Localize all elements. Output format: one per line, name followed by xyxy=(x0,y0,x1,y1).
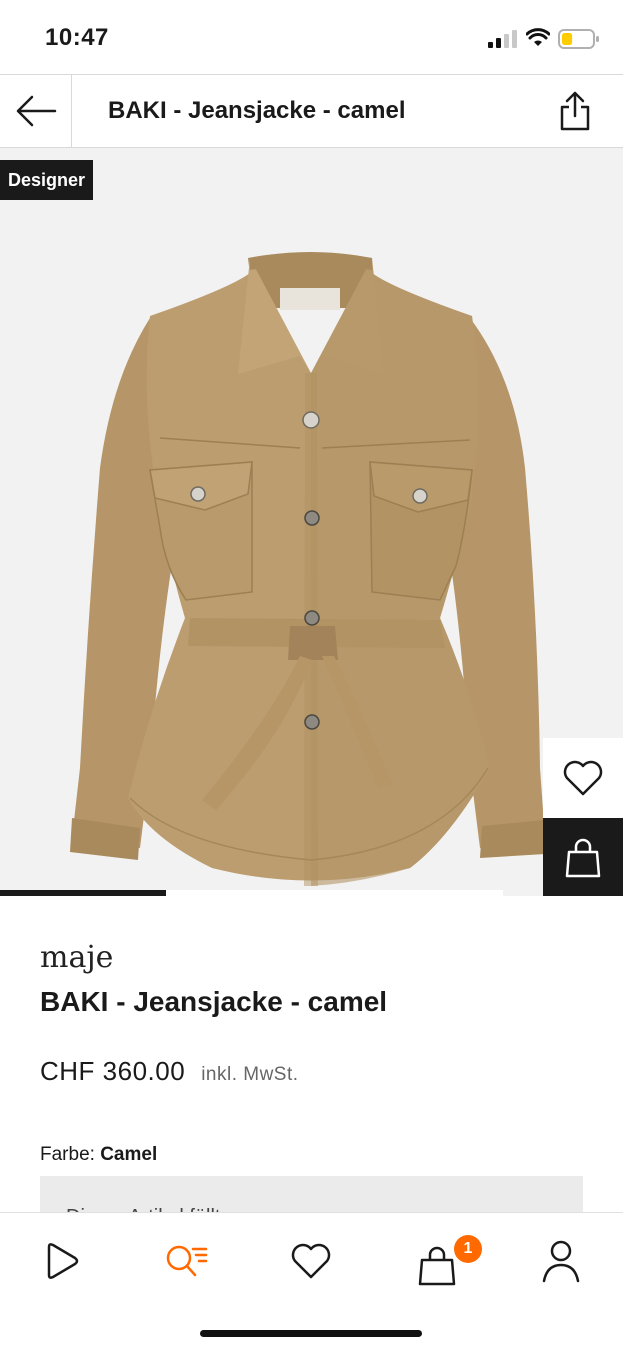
share-button[interactable] xyxy=(553,89,597,133)
nav-profile[interactable] xyxy=(531,1231,591,1291)
arrow-left-icon xyxy=(16,95,56,127)
nav-home[interactable] xyxy=(31,1231,91,1291)
top-app-bar: BAKI - Jeansjacke - camel xyxy=(0,74,623,148)
battery-icon xyxy=(558,29,599,49)
cart-count-badge: 1 xyxy=(454,1235,482,1263)
search-list-icon xyxy=(166,1245,208,1277)
page-title: BAKI - Jeansjacke - camel xyxy=(108,97,406,124)
status-bar: 10:47 xyxy=(0,0,623,76)
color-value: Camel xyxy=(100,1144,158,1165)
gallery-progress-bar xyxy=(0,890,503,896)
nav-wishlist[interactable] xyxy=(281,1231,341,1291)
status-time: 10:47 xyxy=(45,24,109,51)
back-button[interactable] xyxy=(0,75,72,147)
shopping-bag-icon xyxy=(418,1246,456,1286)
vat-note: inkl. MwSt. xyxy=(201,1064,299,1085)
person-icon xyxy=(542,1240,580,1283)
shopping-bag-icon xyxy=(565,838,601,878)
product-image-gallery[interactable]: Designer xyxy=(0,148,623,896)
color-row: Farbe: Camel xyxy=(40,1144,157,1166)
heart-icon xyxy=(563,760,603,796)
nav-cart[interactable]: 1 xyxy=(406,1231,486,1291)
nav-search[interactable] xyxy=(156,1231,216,1291)
cellular-signal-icon xyxy=(488,30,517,48)
price-row: CHF 360.00 inkl. MwSt. xyxy=(40,1056,299,1087)
brand-name[interactable]: maje xyxy=(40,940,113,975)
play-logo-icon xyxy=(47,1243,79,1279)
designer-badge: Designer xyxy=(0,160,94,200)
price: CHF 360.00 xyxy=(40,1056,186,1086)
wifi-icon xyxy=(526,28,550,46)
product-name: BAKI - Jeansjacke - camel xyxy=(40,986,388,1017)
color-label: Farbe: xyxy=(40,1144,95,1165)
share-icon xyxy=(560,91,590,131)
heart-icon xyxy=(291,1243,331,1279)
home-indicator xyxy=(200,1330,422,1337)
add-to-wishlist-button[interactable] xyxy=(543,738,623,818)
gallery-progress-fill xyxy=(0,890,166,896)
product-photo[interactable] xyxy=(0,148,623,896)
add-to-cart-button[interactable] xyxy=(543,818,623,896)
